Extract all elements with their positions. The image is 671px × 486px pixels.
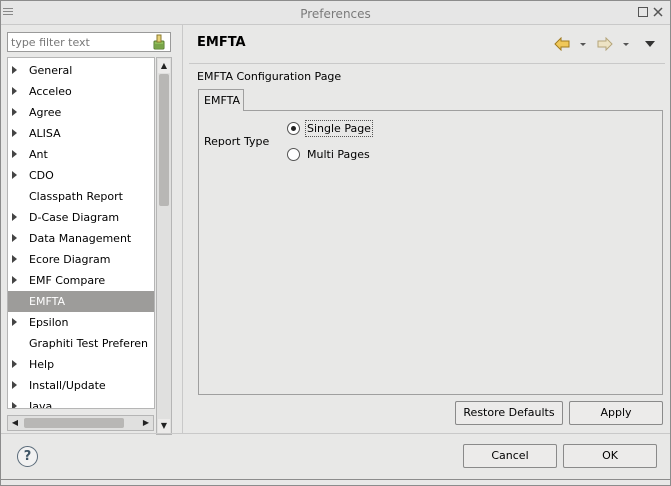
back-history-dropdown-icon[interactable] [580,43,586,46]
tree-horizontal-scrollbar[interactable]: ◀ ▶ [7,415,154,431]
window-bottom-edge [1,479,670,480]
tree-item[interactable]: Install/Update [8,375,154,396]
filter-input[interactable] [8,33,148,51]
tree-item-label: EMFTA [29,295,65,308]
footer-separator [1,433,670,434]
window-title: Preferences [300,7,371,21]
expand-arrow-icon[interactable] [12,381,17,389]
tree-item-label: General [29,64,73,77]
forward-history-dropdown-icon[interactable] [623,43,629,46]
vertical-scroll-thumb[interactable] [159,74,169,206]
tree-item-label: Acceleo [29,85,72,98]
apply-button[interactable]: Apply [569,401,663,425]
tree-item[interactable]: Java [8,396,154,409]
single-page-label[interactable]: Single Page [305,119,373,137]
clear-filter-icon[interactable] [152,34,166,50]
tree-item[interactable]: Classpath Report [8,186,154,207]
expand-arrow-icon[interactable] [12,213,17,221]
tree-item-label: Epsilon [29,316,69,329]
single-page-option[interactable]: Single Page [287,119,373,137]
tree-item-label: D-Case Diagram [29,211,120,224]
tree-item[interactable]: ALISA [8,123,154,144]
tree-item[interactable]: Ant [8,144,154,165]
tree-item[interactable]: Acceleo [8,81,154,102]
single-page-radio[interactable] [287,121,300,135]
tree-item-label: Graphiti Test Preferen [29,337,148,350]
scroll-right-icon[interactable]: ▶ [140,417,152,429]
scroll-down-icon[interactable]: ▼ [158,419,170,433]
tree-item[interactable]: Data Management [8,228,154,249]
filter-field[interactable] [7,32,171,52]
tree-item-label: Agree [29,106,62,119]
cancel-button[interactable]: Cancel [463,444,557,468]
tab-emfta[interactable]: EMFTA [198,89,244,111]
expand-arrow-icon[interactable] [12,129,17,137]
scroll-left-icon[interactable]: ◀ [9,417,21,429]
expand-arrow-icon[interactable] [12,87,17,95]
header-separator [189,63,665,64]
tree-item[interactable]: Help [8,354,154,375]
multi-pages-option[interactable]: Multi Pages [287,147,370,161]
forward-arrow-icon[interactable] [597,36,613,52]
multi-pages-radio[interactable] [287,147,300,161]
report-type-label: Report Type [204,135,270,148]
expand-arrow-icon[interactable] [12,318,17,326]
tree-item[interactable]: Agree [8,102,154,123]
expand-arrow-icon[interactable] [12,66,17,74]
view-menu-icon[interactable] [644,39,660,53]
page-description: EMFTA Configuration Page [197,70,342,83]
preference-navigation: General Acceleo Agree ALISA Ant CDO Classpath … [1,25,183,435]
tab-content-panel [198,110,663,395]
tree-item[interactable]: General [8,60,154,81]
tree-item-label: Help [29,358,55,371]
tree-item[interactable]: EMFTA [8,291,154,312]
ok-button[interactable]: OK [563,444,657,468]
tree-item-label: Java [29,400,53,409]
scroll-up-icon[interactable]: ▲ [158,59,170,73]
expand-arrow-icon[interactable] [12,255,17,263]
expand-arrow-icon[interactable] [12,402,17,408]
expand-arrow-icon[interactable] [12,150,17,158]
restore-defaults-button[interactable]: Restore Defaults [455,401,563,425]
tree-item[interactable]: CDO [8,165,154,186]
multi-pages-label[interactable]: Multi Pages [307,148,370,161]
expand-arrow-icon[interactable] [12,360,17,368]
title-bar[interactable]: Preferences [1,1,670,25]
expand-arrow-icon[interactable] [12,171,17,179]
preference-tree[interactable]: General Acceleo Agree ALISA Ant CDO Classpath … [7,57,155,409]
tree-item-label: Install/Update [29,379,106,392]
tree-item-label: Data Management [29,232,132,245]
tree-vertical-scrollbar[interactable]: ▲ ▼ [156,57,172,435]
tree-item[interactable]: D-Case Diagram [8,207,154,228]
tree-item[interactable]: EMF Compare [8,270,154,291]
tree-item-label: EMF Compare [29,274,106,287]
tree-item[interactable]: Ecore Diagram [8,249,154,270]
tree-item-label: Ant [29,148,48,161]
expand-arrow-icon[interactable] [12,276,17,284]
horizontal-scroll-thumb[interactable] [24,418,124,428]
help-icon[interactable]: ? [17,446,38,467]
preferences-window: Preferences General Acceleo Agree ALISA Ant C… [0,0,671,486]
tree-item[interactable]: Epsilon [8,312,154,333]
tree-item-label: CDO [29,169,54,182]
expand-arrow-icon[interactable] [12,108,17,116]
page-title: EMFTA [197,35,246,50]
expand-arrow-icon[interactable] [12,234,17,242]
tree-item-label: Classpath Report [29,190,123,203]
back-arrow-icon[interactable] [554,36,570,52]
maximize-icon[interactable] [637,7,649,19]
tree-item-label: Ecore Diagram [29,253,111,266]
tree-item[interactable]: Graphiti Test Preferen [8,333,154,354]
close-icon[interactable] [652,7,664,19]
tree-item-label: ALISA [29,127,61,140]
